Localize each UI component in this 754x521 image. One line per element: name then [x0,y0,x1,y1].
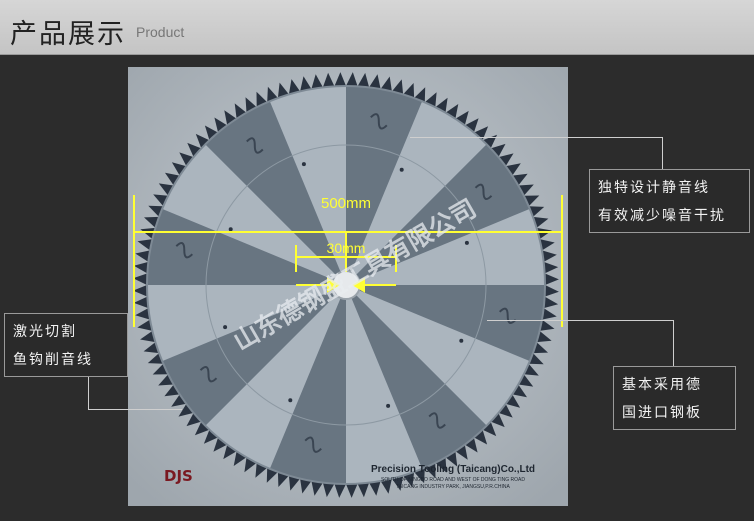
header-bar: 产品展示 Product [0,0,754,55]
callout-german-steel: 基本采用德 国进口钢板 [613,366,736,430]
rivet-hole [288,398,293,403]
address-line-2: TAICANG INDUSTRY PARK, JIANGSU,P.R.CHINA [396,484,510,490]
saw-blade-image: 500mm 30mm 山东德钢盛工具有限公司 Precision Tooling… [128,67,568,506]
callout-steel-line1: 基本采用德 [622,377,702,393]
outer-dimension-label: 500mm [321,195,371,212]
rivet-hole [464,240,469,245]
callout-steel-line2: 国进口钢板 [622,405,702,421]
address-line-1: SOUTH OF NINGBO ROAD AND WEST OF DONG TI… [381,477,525,483]
leader-laser-v [88,376,89,409]
leader-laser-h [88,409,182,410]
leader-steel-v [673,320,674,366]
leader-steel-h [487,320,673,321]
callout-laser-cut: 激光切割 鱼钩削音线 [4,313,128,377]
callout-noise-line1: 独特设计静音线 [598,180,710,196]
rivet-hole [386,403,391,408]
page-subtitle: Product [136,24,185,40]
leader-noise-h [410,137,662,138]
callout-noise-reduction: 独特设计静音线 有效减少噪音干扰 [589,169,750,233]
callout-noise-line2: 有效减少噪音干扰 [598,208,726,224]
rivet-hole [301,162,306,167]
product-photo: 500mm 30mm 山东德钢盛工具有限公司 Precision Tooling… [128,67,568,506]
rivet-hole [459,338,464,343]
brand-logo: DJS [164,467,193,485]
rivet-hole [399,167,404,172]
page-title: 产品展示 [10,19,126,50]
rivet-hole [223,325,228,330]
bore-dimension-label: 30mm [327,240,366,256]
leader-noise-v [662,137,663,169]
company-line: Precision Tooling (Taicang)Co.,Ltd [371,464,535,475]
callout-laser-line1: 激光切割 [13,324,77,340]
callout-laser-line2: 鱼钩削音线 [13,352,93,368]
rivet-hole [228,227,233,232]
